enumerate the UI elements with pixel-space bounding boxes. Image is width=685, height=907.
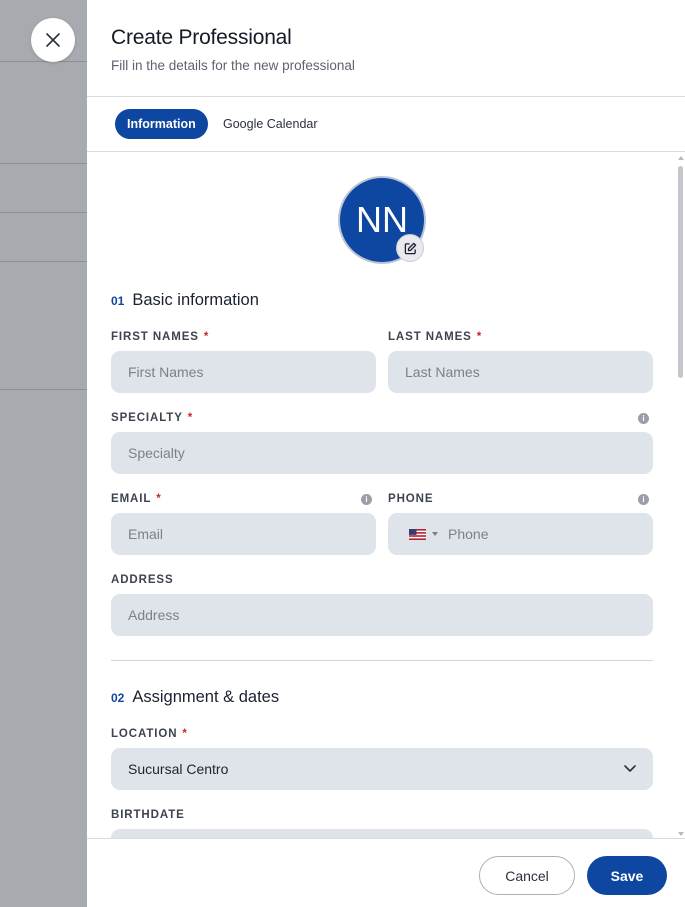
address-input[interactable]: Address	[111, 594, 653, 636]
specialty-label: SPECIALTY *	[111, 412, 193, 424]
tab-bar: Information Google Calendar	[87, 97, 685, 152]
last-names-input[interactable]: Last Names	[388, 351, 653, 393]
scrollbar[interactable]	[678, 156, 684, 836]
first-names-input[interactable]: First Names	[111, 351, 376, 393]
location-select[interactable]: Sucursal Centro	[111, 748, 653, 790]
info-icon[interactable]: i	[361, 494, 372, 505]
backdrop-divider	[0, 61, 87, 62]
chevron-down-icon	[432, 532, 438, 536]
page-title: Create Professional	[111, 26, 292, 49]
scroll-up-arrow[interactable]	[678, 156, 684, 160]
backdrop-divider	[0, 163, 87, 164]
close-button[interactable]	[31, 18, 75, 62]
birthdate-input[interactable]	[111, 829, 653, 838]
avatar-edit-button[interactable]	[396, 234, 424, 262]
info-icon[interactable]: i	[638, 494, 649, 505]
edit-icon	[404, 242, 416, 254]
phone-placeholder: Phone	[448, 526, 489, 542]
phone-input[interactable]: Phone	[388, 513, 653, 555]
last-names-label: LAST NAMES *	[388, 331, 482, 343]
drawer-header: Create Professional Fill in the details …	[87, 0, 685, 97]
address-label: ADDRESS	[111, 574, 174, 586]
save-button[interactable]: Save	[587, 856, 667, 895]
required-mark: *	[156, 493, 162, 505]
email-input[interactable]: Email	[111, 513, 376, 555]
form-scroll-area[interactable]: NN 01 Basic information FIRST NAMES * Fir…	[87, 152, 685, 838]
backdrop-divider	[0, 261, 87, 262]
backdrop-divider	[0, 212, 87, 213]
us-flag-icon	[409, 528, 426, 540]
backdrop-divider	[0, 389, 87, 390]
close-icon	[46, 33, 60, 47]
required-mark: *	[187, 412, 194, 424]
first-names-label: FIRST NAMES *	[111, 331, 209, 343]
section-title: Assignment & dates	[132, 688, 280, 706]
drawer-footer: Cancel Save	[87, 838, 685, 907]
section-basic-information: 01 Basic information	[111, 291, 259, 310]
location-label: LOCATION *	[111, 728, 188, 740]
chevron-down-icon	[624, 765, 636, 772]
label-text: LOCATION	[111, 728, 178, 740]
create-professional-drawer: Create Professional Fill in the details …	[87, 0, 685, 907]
phone-label: PHONE	[388, 493, 434, 505]
section-number: 01	[111, 294, 125, 308]
page-subtitle: Fill in the details for the new professi…	[111, 58, 355, 73]
birthdate-label: BIRTHDATE	[111, 809, 185, 821]
section-divider	[111, 660, 653, 661]
tab-google-calendar[interactable]: Google Calendar	[211, 109, 330, 139]
label-text: EMAIL	[111, 493, 152, 505]
country-selector[interactable]	[409, 528, 438, 540]
specialty-input[interactable]: Specialty	[111, 432, 653, 474]
section-title: Basic information	[132, 291, 259, 309]
scrollbar-thumb[interactable]	[678, 166, 683, 378]
cancel-button[interactable]: Cancel	[479, 856, 575, 895]
avatar-initials: NN	[356, 199, 408, 240]
label-text: SPECIALTY	[111, 412, 183, 424]
required-mark: *	[182, 728, 188, 740]
email-label: EMAIL *	[111, 493, 162, 505]
required-mark: *	[203, 331, 210, 343]
section-number: 02	[111, 691, 125, 705]
overlay-backdrop[interactable]	[0, 0, 87, 907]
info-icon[interactable]: i	[638, 413, 649, 424]
tab-information[interactable]: Information	[115, 109, 208, 139]
location-value: Sucursal Centro	[128, 761, 229, 777]
required-mark: *	[476, 331, 483, 343]
label-text: LAST NAMES	[388, 331, 472, 343]
scroll-down-arrow[interactable]	[678, 832, 684, 836]
label-text: FIRST NAMES	[111, 331, 199, 343]
section-assignment-dates: 02 Assignment & dates	[111, 688, 279, 707]
